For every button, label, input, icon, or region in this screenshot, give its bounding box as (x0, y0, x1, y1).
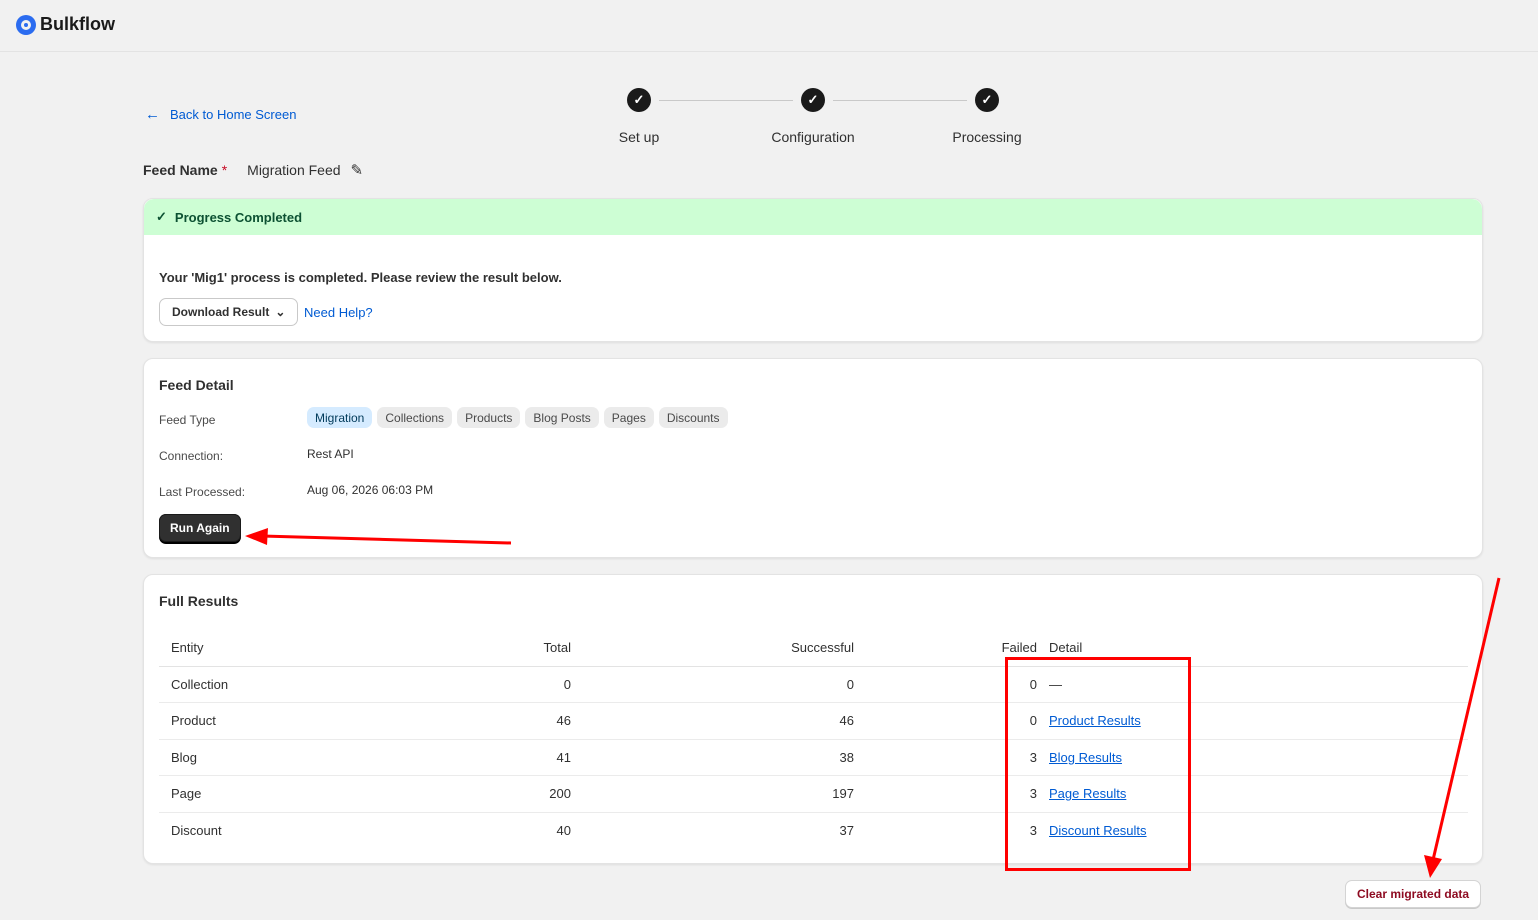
cell-entity: Blog (159, 739, 456, 776)
back-to-home-link[interactable]: ← Back to Home Screen (145, 107, 296, 122)
arrow-left-icon: ← (145, 106, 160, 123)
clear-migrated-data-button[interactable]: Clear migrated data (1345, 880, 1482, 908)
cell-entity: Discount (171, 823, 222, 838)
cell-total: 0 (456, 666, 583, 703)
status-card: ✓ Progress Completed Your 'Mig1' process… (143, 198, 1483, 342)
check-icon: ✓ (975, 88, 999, 112)
tag-pages[interactable]: Pages (603, 407, 654, 428)
pencil-edit-icon[interactable]: ✎ (351, 161, 364, 179)
last-processed-value: Aug 06, 2026 06:03 PM (307, 483, 434, 497)
cell-total: 46 (456, 702, 583, 740)
step-label: Configuration (771, 129, 855, 145)
progress-stepper: ✓ Set up ✓ Configuration ✓ Processing (600, 86, 1030, 156)
results-table: Entity Total Successful Failed Detail Co… (159, 630, 1468, 849)
cell-total: 40 (556, 823, 571, 838)
feed-type-tags: Migration Collections Products Blog Post… (307, 407, 728, 428)
cell-successful: 37 (839, 823, 854, 838)
step-setup: ✓ Set up (579, 86, 699, 145)
cell-successful: 38 (583, 739, 866, 776)
feed-detail-card: Feed Detail Feed Type Migration Collecti… (143, 358, 1483, 558)
feed-name-row: Feed Name * Migration Feed ✎ (143, 161, 363, 179)
full-results-title: Full Results (159, 593, 239, 609)
connection-label: Connection: (159, 449, 224, 463)
full-results-card: Full Results Entity Total Successful Fai… (143, 574, 1483, 864)
check-icon: ✓ (801, 88, 825, 112)
tag-collections[interactable]: Collections (377, 407, 453, 428)
cell-entity: Collection (159, 666, 456, 703)
app-name: Bulkflow (40, 14, 115, 34)
top-bar: Bulkflow (0, 0, 1538, 52)
banner-text: Progress Completed (174, 209, 303, 225)
feed-name-value: Migration Feed (247, 162, 341, 178)
feed-type-label: Feed Type (159, 413, 216, 427)
header-total: Total (456, 630, 583, 667)
check-icon: ✓ (627, 88, 651, 112)
cell-successful: 0 (583, 666, 866, 703)
step-processing: ✓ Processing (927, 86, 1047, 145)
tag-blog-posts[interactable]: Blog Posts (525, 407, 599, 428)
cell-total: 41 (456, 739, 583, 776)
run-again-button[interactable]: Run Again (159, 514, 241, 542)
need-help-link[interactable]: Need Help? (304, 305, 373, 320)
cell-total: 200 (456, 775, 583, 813)
status-message: Your 'Mig1' process is completed. Please… (159, 270, 562, 285)
required-marker: * (221, 162, 228, 178)
header-successful: Successful (583, 630, 866, 667)
step-label: Set up (618, 129, 660, 145)
table-row: Product 46 46 0 Product Results (159, 702, 1468, 740)
table-header-row: Entity Total Successful Failed Detail (159, 630, 1468, 667)
feed-name-label: Feed Name (143, 162, 218, 178)
table-row: Blog 41 38 3 Blog Results (159, 739, 1468, 776)
chevron-down-icon: ⌄ (275, 305, 286, 319)
tag-discounts[interactable]: Discounts (658, 407, 728, 428)
bulkflow-logo-icon (16, 14, 36, 35)
tag-products[interactable]: Products (457, 407, 521, 428)
table-row: Collection 0 0 0 — (159, 666, 1468, 703)
download-result-button[interactable]: Download Result ⌄ (159, 298, 299, 326)
back-link-label: Back to Home Screen (170, 107, 297, 122)
last-processed-label: Last Processed: (159, 485, 246, 499)
feed-detail-title: Feed Detail (159, 377, 234, 393)
app-logo[interactable]: Bulkflow (16, 14, 115, 35)
cell-successful: 197 (583, 775, 866, 813)
cell-entity: Page (159, 775, 456, 813)
table-row: Discount 40 37 3 Discount Results (159, 812, 1468, 849)
cell-successful: 46 (583, 702, 866, 740)
cell-entity: Product (159, 702, 456, 740)
tag-migration[interactable]: Migration (307, 407, 373, 428)
progress-completed-banner: ✓ Progress Completed (144, 199, 1482, 235)
table-row: Page 200 197 3 Page Results (159, 775, 1468, 813)
step-configuration: ✓ Configuration (753, 86, 873, 145)
download-result-label: Download Result (172, 305, 270, 319)
header-entity: Entity (159, 630, 456, 667)
connection-value: Rest API (307, 447, 354, 461)
step-label: Processing (952, 129, 1022, 145)
annotation-highlight-box (1005, 657, 1191, 871)
check-icon: ✓ (156, 209, 167, 224)
